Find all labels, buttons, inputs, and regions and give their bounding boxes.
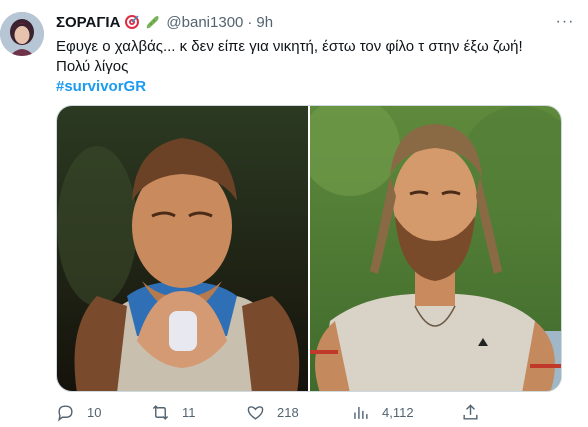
media-image-2[interactable] xyxy=(310,106,561,391)
reply-button[interactable]: 10 xyxy=(56,400,101,424)
reply-icon xyxy=(58,404,73,421)
retweet-button[interactable]: 11 xyxy=(151,400,196,424)
separator-dot: · xyxy=(247,13,253,31)
timestamp[interactable]: 9h xyxy=(256,14,273,31)
like-button[interactable]: 218 xyxy=(246,400,299,424)
share-icon xyxy=(463,403,478,420)
tweet-header: ΣΟΡΑΓΙΑ @bani1300 · 9h xyxy=(56,12,574,32)
media-image-1[interactable] xyxy=(57,106,308,391)
tweet-text-line: Εφυγε ο χαλβάς... κ δεν είπε για νικητή,… xyxy=(56,38,523,55)
views-chart-icon xyxy=(354,406,368,419)
display-name[interactable]: ΣΟΡΑΓΙΑ xyxy=(56,14,120,31)
reply-count: 10 xyxy=(87,404,102,420)
tweet: ΣΟΡΑΓΙΑ @bani1300 · 9h ··· Εφυγε ο χαλβά… xyxy=(0,0,588,427)
heart-icon xyxy=(247,405,264,420)
cucumber-emoji xyxy=(147,16,159,29)
avatar[interactable] xyxy=(0,12,44,56)
hashtag-link[interactable]: #survivorGR xyxy=(56,77,576,97)
action-bar: 10 11 218 4,112 xyxy=(56,400,576,424)
tweet-text: Εφυγε ο χαλβάς... κ δεν είπε για νικητή,… xyxy=(56,37,576,97)
user-handle[interactable]: @bani1300 xyxy=(166,14,243,31)
like-count: 218 xyxy=(277,404,299,420)
tweet-media xyxy=(56,105,562,392)
direct-hit-emoji xyxy=(125,15,140,29)
views-count: 4,112 xyxy=(382,404,414,420)
more-options-icon[interactable]: ··· xyxy=(554,12,576,32)
retweet-count: 11 xyxy=(182,404,196,420)
retweet-icon xyxy=(152,404,169,420)
share-button[interactable] xyxy=(461,400,480,424)
tweet-text-line: Πολύ λίγος xyxy=(56,58,129,75)
views-button[interactable]: 4,112 xyxy=(351,400,414,424)
